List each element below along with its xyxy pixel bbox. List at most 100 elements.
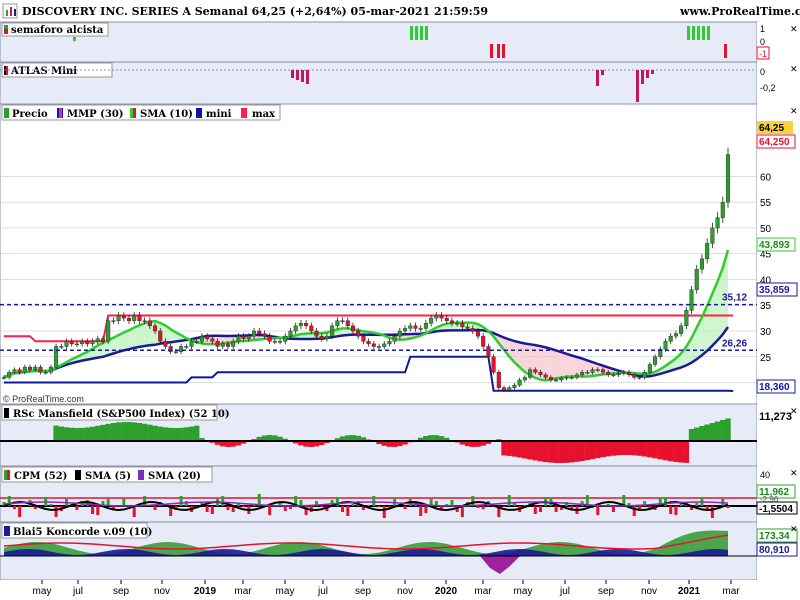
time-axis-label: may: [276, 586, 295, 597]
candle-body: [314, 330, 319, 337]
candle-body: [528, 369, 533, 378]
time-axis-label: jul: [559, 586, 570, 597]
mansfield-bar: [157, 426, 163, 441]
cpm-bar: [367, 505, 371, 506]
atlas-bar: [596, 70, 599, 86]
candle-body: [507, 387, 512, 391]
close-icon[interactable]: ✕: [790, 64, 798, 74]
candle-body: [69, 341, 74, 345]
legend-sma10[interactable]: SMA (10): [140, 109, 193, 120]
mansfield-bar: [110, 423, 117, 441]
time-axis-label: may: [33, 586, 52, 597]
mansfield-bar: [558, 441, 565, 463]
legend-max[interactable]: max: [252, 109, 276, 120]
mansfield-bar: [84, 427, 91, 441]
panel-koncorde: Blai5 Koncorde v.09 (10) 173,34 80,910 ✕: [0, 521, 800, 581]
mansfield-bar: [105, 423, 111, 441]
candle-body: [22, 366, 27, 373]
candle-body: [345, 320, 350, 327]
mansfield-bar: [136, 422, 143, 441]
time-axis-label: 2020: [435, 586, 458, 597]
candle-body: [408, 325, 413, 329]
mansfield-bar: [574, 441, 580, 462]
atlas-bar: [301, 70, 304, 82]
time-axis-label: 2019: [194, 586, 217, 597]
cpm-bar: [502, 506, 506, 507]
candle-body: [74, 343, 79, 346]
close-icon[interactable]: ✕: [790, 468, 798, 478]
y-tick-label: 50: [760, 224, 772, 235]
mansfield-bar: [662, 441, 669, 461]
ma-fill: [134, 325, 140, 348]
candle-body: [288, 330, 293, 337]
candle-body: [392, 335, 397, 342]
candle-body: [439, 315, 444, 319]
time-axis-label: nov: [641, 586, 657, 597]
atlas-bar: [291, 70, 294, 78]
cpm-bar: [18, 506, 22, 517]
candle-body: [585, 372, 590, 374]
semaforo-bar: [692, 26, 695, 40]
y-tick-label: 25: [760, 353, 772, 364]
candle-body: [679, 325, 684, 334]
mansfield-bar: [95, 425, 101, 441]
candle-body: [361, 335, 366, 342]
candle-body: [80, 341, 85, 345]
candle-body: [262, 333, 267, 337]
atlas-bar: [601, 70, 604, 75]
atlas-bar: [651, 70, 654, 74]
mansfield-bar: [595, 441, 601, 459]
site-url[interactable]: www.ProRealTime.com: [679, 5, 800, 18]
candle-body: [720, 201, 725, 218]
legend-mini[interactable]: mini: [206, 109, 232, 120]
mansfield-bar: [569, 441, 575, 463]
semaforo-bar: [490, 44, 493, 58]
atlas-bar: [636, 70, 639, 102]
mansfield-bar: [69, 427, 75, 441]
cpm-tick-40: 40: [760, 470, 770, 480]
cpm-bar: [54, 506, 58, 517]
candle-body: [621, 372, 626, 374]
candle-body: [522, 377, 527, 381]
legend-precio[interactable]: Precio: [12, 109, 48, 120]
semaforo-bar: [425, 26, 428, 40]
mansfield-bar: [100, 424, 106, 441]
close-icon[interactable]: ✕: [790, 24, 798, 34]
candle-body: [710, 227, 715, 244]
candle-body: [267, 335, 272, 342]
candle-body: [215, 341, 220, 347]
legend-mmp30[interactable]: MMP (30): [67, 109, 124, 120]
time-axis-label: jul: [72, 586, 83, 597]
atlas-bar: [646, 70, 649, 78]
atlas-bar: [641, 70, 644, 84]
candle-body: [246, 335, 251, 339]
semaforo-bar: [420, 26, 423, 40]
candle-body: [725, 154, 731, 203]
close-icon[interactable]: ✕: [790, 106, 798, 116]
cpm-bar: [596, 506, 600, 515]
candle-body: [205, 335, 210, 339]
ma-fill: [561, 352, 567, 378]
ma-fill: [556, 350, 562, 379]
candle-body: [12, 369, 17, 373]
candle-body: [100, 338, 105, 342]
candle-body: [569, 377, 574, 379]
candle-body: [111, 320, 116, 322]
mansfield-bar: [511, 441, 518, 457]
candle-body: [95, 338, 100, 342]
candle-body: [689, 289, 694, 311]
panel-price: 605550454035302520 Precio MMP (30) SMA (…: [0, 103, 800, 405]
semaforo-bar: [73, 37, 76, 41]
tag-mmp30: 35,859: [759, 285, 790, 296]
candle-body: [429, 317, 434, 324]
cpm-bar: [554, 506, 558, 512]
candle-body: [137, 315, 142, 321]
legend-cpm-sma20: SMA (20): [148, 471, 201, 482]
candle-body: [272, 341, 277, 343]
candle-body: [106, 320, 111, 342]
mansfield-bar: [121, 422, 127, 441]
close-icon[interactable]: ✕: [790, 524, 798, 534]
mansfield-bar: [79, 427, 85, 441]
cpm-bar: [226, 506, 230, 510]
close-icon[interactable]: ✕: [790, 406, 798, 416]
